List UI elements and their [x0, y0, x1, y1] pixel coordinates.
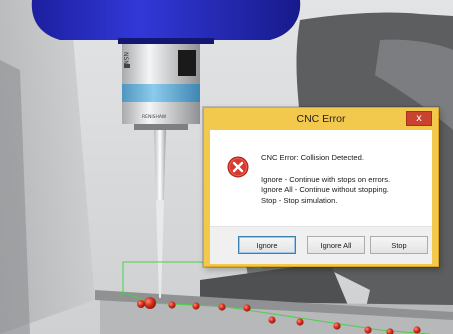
contact-point	[192, 302, 200, 310]
probe-label-fragment: NSN	[122, 52, 129, 65]
stop-button[interactable]: Stop	[370, 236, 428, 254]
close-button[interactable]: x	[406, 111, 432, 126]
contact-point	[144, 297, 156, 309]
dialog-title: CNC Error	[296, 113, 346, 125]
dialog-body: CNC Error: Collision Detected. Ignore - …	[210, 130, 432, 264]
contact-point	[364, 326, 372, 334]
contact-point	[168, 301, 176, 309]
probe-lower-body	[122, 102, 200, 124]
dialog-button-bar: Ignore Ignore All Stop	[210, 226, 432, 264]
cnc-error-dialog[interactable]: CNC Error x CNC Error: Collision Detecte…	[203, 107, 439, 267]
ignore-all-description: Ignore All - Continue without stopping.	[261, 185, 389, 194]
contact-point	[137, 300, 145, 308]
message-spacer	[261, 164, 431, 175]
spindle-collar	[118, 38, 214, 44]
ignore-button[interactable]: Ignore	[238, 236, 296, 254]
dialog-titlebar[interactable]: CNC Error x	[204, 108, 438, 130]
dialog-message: CNC Error: Collision Detected. Ignore - …	[261, 153, 431, 206]
spindle-head	[31, 0, 301, 40]
contact-point	[333, 322, 341, 330]
error-x-icon	[227, 156, 249, 178]
contact-point	[243, 304, 251, 312]
error-message: CNC Error: Collision Detected.	[261, 153, 364, 162]
stop-description: Stop - Stop simulation.	[261, 195, 338, 205]
contact-point	[218, 303, 226, 311]
ignore-description: Ignore - Continue with stops on errors.	[261, 174, 391, 184]
probe-blue-band	[122, 84, 200, 102]
contact-point	[268, 316, 276, 324]
contact-point	[413, 326, 421, 334]
probe-small-mark	[124, 64, 130, 68]
probe-window	[178, 50, 196, 76]
close-icon: x	[416, 112, 422, 124]
ignore-all-button[interactable]: Ignore All	[307, 236, 365, 254]
contact-point	[296, 318, 304, 326]
probe-brand-text: RENISHAW	[142, 114, 167, 120]
probe-bottom-ring	[134, 124, 188, 130]
